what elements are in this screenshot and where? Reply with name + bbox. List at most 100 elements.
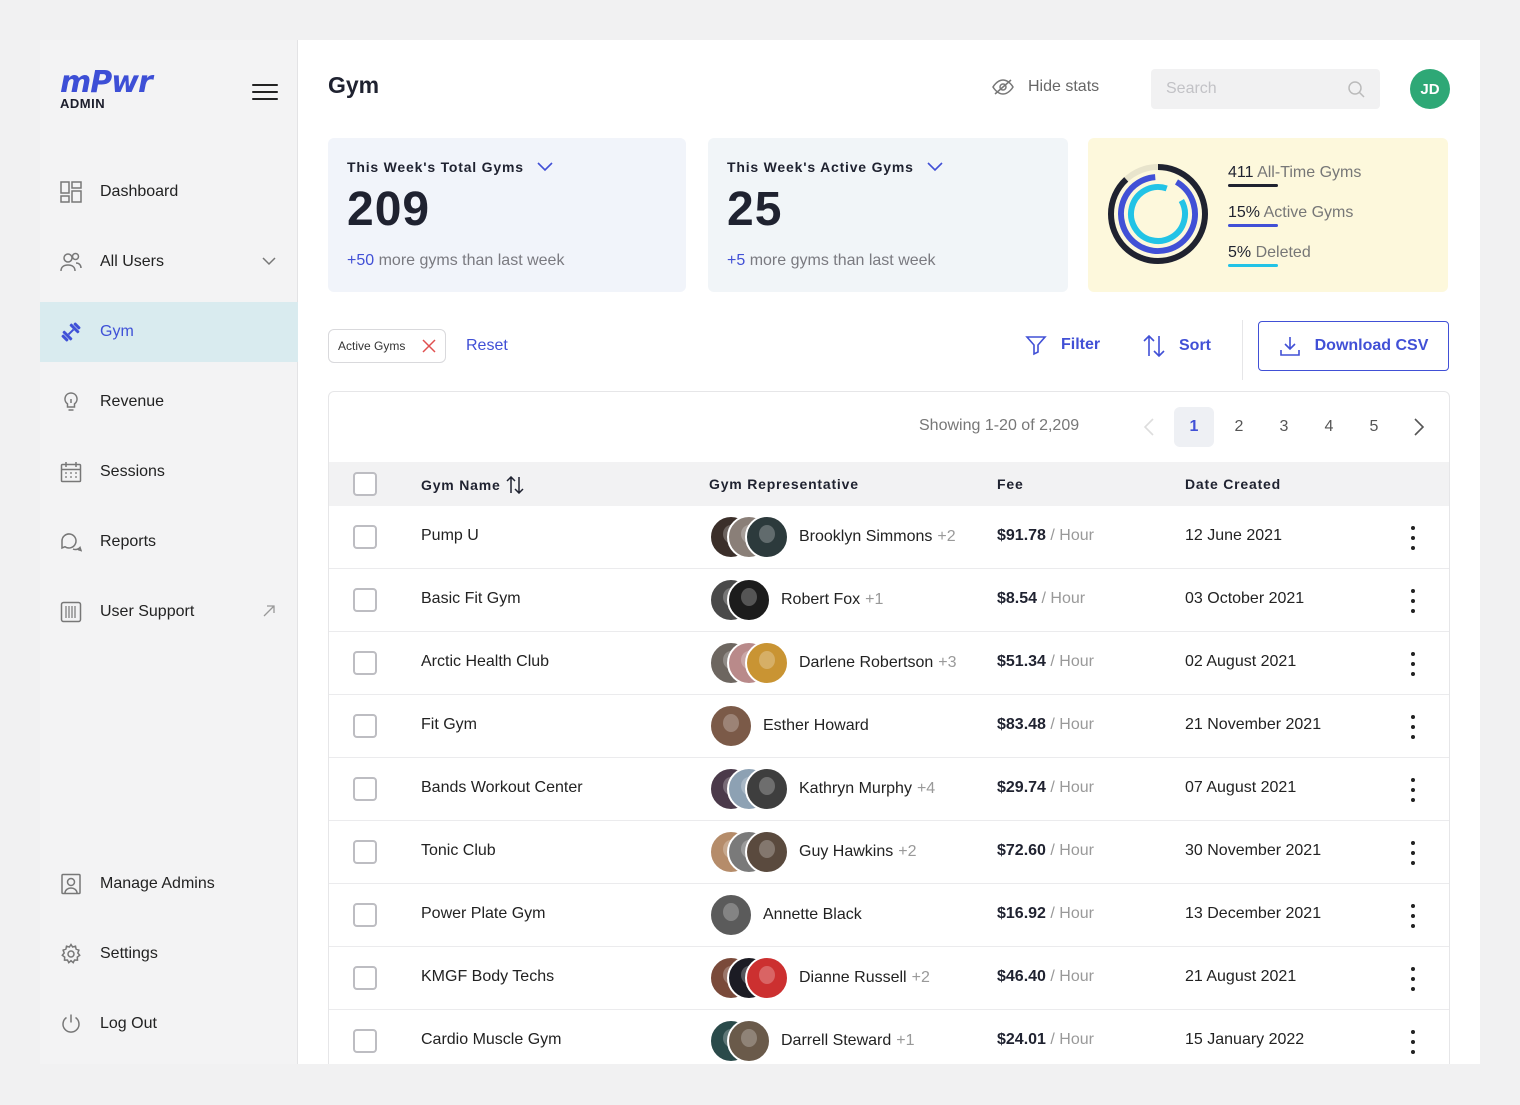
row-checkbox[interactable] xyxy=(353,588,377,612)
hide-stats-button[interactable]: Hide stats xyxy=(992,78,1099,96)
gym-representative[interactable]: Dianne Russell +2 xyxy=(709,956,930,1000)
page-5-button[interactable]: 5 xyxy=(1354,407,1394,447)
gym-representative[interactable]: Robert Fox +1 xyxy=(709,578,883,622)
row-checkbox[interactable] xyxy=(353,966,377,990)
active-gyms-filter-chip[interactable]: Active Gyms xyxy=(328,329,446,363)
sort-button[interactable]: Sort xyxy=(1143,334,1211,358)
page-4-button[interactable]: 4 xyxy=(1309,407,1349,447)
avatar xyxy=(709,704,753,748)
total-gyms-delta: +50 more gyms than last week xyxy=(347,252,565,269)
gym-name[interactable]: KMGF Body Techs xyxy=(421,968,554,986)
gym-name[interactable]: Basic Fit Gym xyxy=(421,590,521,608)
row-checkbox[interactable] xyxy=(353,651,377,675)
gym-name[interactable]: Fit Gym xyxy=(421,716,477,734)
dumbbell-icon xyxy=(60,321,82,343)
active-gyms-title[interactable]: This Week's Active Gyms xyxy=(727,159,944,175)
gym-representative[interactable]: Annette Black xyxy=(709,893,867,937)
sidebar-item-label: Sessions xyxy=(100,463,165,480)
more-options-icon[interactable] xyxy=(1401,839,1425,867)
gym-representative[interactable]: Esther Howard xyxy=(709,704,874,748)
more-count: +1 xyxy=(865,591,884,608)
page-3-button[interactable]: 3 xyxy=(1264,407,1304,447)
row-checkbox[interactable] xyxy=(353,714,377,738)
gym-name[interactable]: Cardio Muscle Gym xyxy=(421,1031,561,1049)
close-icon[interactable] xyxy=(421,338,437,354)
more-options-icon[interactable] xyxy=(1401,524,1425,552)
more-options-icon[interactable] xyxy=(1401,776,1425,804)
column-label: Gym Name xyxy=(421,477,501,493)
avatar xyxy=(727,1019,771,1063)
gym-representative[interactable]: Guy Hawkins +2 xyxy=(709,830,917,874)
table-row[interactable]: Fit Gym Esther Howard $83.48 / Hour 21 Nove… xyxy=(329,695,1449,758)
gym-breakdown-card: 411 All-Time Gyms 15% Active Gyms 5% Del… xyxy=(1088,138,1448,292)
column-gym-name[interactable]: Gym Name xyxy=(421,476,524,494)
sidebar-item-all-users[interactable]: All Users xyxy=(40,232,298,292)
avatar-group xyxy=(709,830,789,874)
table-row[interactable]: KMGF Body Techs Dianne Russell +2 $46.40 / … xyxy=(329,947,1449,1010)
more-count: +2 xyxy=(898,843,917,860)
table-row[interactable]: Cardio Muscle Gym Darrell Steward +1 $24.01… xyxy=(329,1010,1449,1064)
table-row[interactable]: Pump U Brooklyn Simmons +2 $91.78 / Hour 12 … xyxy=(329,506,1449,569)
gym-name[interactable]: Pump U xyxy=(421,527,479,545)
gym-representative[interactable]: Darrell Steward +1 xyxy=(709,1019,915,1063)
sidebar-item-manage-admins[interactable]: Manage Admins xyxy=(40,854,298,914)
column-fee: Fee xyxy=(997,476,1024,492)
results-count: Showing 1-20 of 2,209 xyxy=(919,417,1080,434)
row-checkbox[interactable] xyxy=(353,840,377,864)
menu-toggle-icon[interactable] xyxy=(252,82,278,102)
sidebar-item-user-support[interactable]: User Support xyxy=(40,582,298,642)
prev-page-button[interactable] xyxy=(1129,407,1169,447)
total-gyms-title[interactable]: This Week's Total Gyms xyxy=(347,159,554,175)
table-row[interactable]: Basic Fit Gym Robert Fox +1 $8.54 / Hour 03 … xyxy=(329,569,1449,632)
more-options-icon[interactable] xyxy=(1401,587,1425,615)
total-gyms-value: 209 xyxy=(347,183,431,236)
logo[interactable]: mPwr ADMIN xyxy=(60,68,153,112)
page-1-button[interactable]: 1 xyxy=(1174,407,1214,447)
gym-name[interactable]: Tonic Club xyxy=(421,842,496,860)
sidebar-item-settings[interactable]: Settings xyxy=(40,924,298,984)
gym-representative[interactable]: Darlene Robertson +3 xyxy=(709,641,957,685)
user-avatar[interactable]: JD xyxy=(1410,69,1450,109)
avatar xyxy=(727,578,771,622)
divider xyxy=(1242,320,1243,380)
row-checkbox[interactable] xyxy=(353,777,377,801)
gym-representative[interactable]: Kathryn Murphy +4 xyxy=(709,767,935,811)
reset-link[interactable]: Reset xyxy=(466,337,508,355)
next-page-button[interactable] xyxy=(1399,407,1439,447)
fee: $29.74 / Hour xyxy=(997,779,1094,796)
avatar-group xyxy=(709,767,789,811)
table-row[interactable]: Arctic Health Club Darlene Robertson +3 $51… xyxy=(329,632,1449,695)
gym-representative[interactable]: Brooklyn Simmons +2 xyxy=(709,515,956,559)
more-options-icon[interactable] xyxy=(1401,1028,1425,1056)
representative-name: Esther Howard xyxy=(763,717,869,734)
row-checkbox[interactable] xyxy=(353,903,377,927)
sidebar-item-log-out[interactable]: Log Out xyxy=(40,994,298,1054)
representative-name: Brooklyn Simmons xyxy=(799,528,933,545)
representative-name: Robert Fox xyxy=(781,591,861,608)
external-link-icon xyxy=(263,605,275,617)
sidebar-item-gym[interactable]: Gym xyxy=(40,302,298,362)
sidebar-item-revenue[interactable]: Revenue xyxy=(40,372,298,432)
row-checkbox[interactable] xyxy=(353,1029,377,1053)
dashboard-icon xyxy=(60,181,82,203)
more-options-icon[interactable] xyxy=(1401,902,1425,930)
representative-name: Kathryn Murphy xyxy=(799,780,912,797)
gym-name[interactable]: Bands Workout Center xyxy=(421,779,583,797)
search-input[interactable] xyxy=(1151,69,1380,109)
sidebar-item-sessions[interactable]: Sessions xyxy=(40,442,298,502)
page-2-button[interactable]: 2 xyxy=(1219,407,1259,447)
more-options-icon[interactable] xyxy=(1401,713,1425,741)
select-all-checkbox[interactable] xyxy=(353,472,377,496)
more-options-icon[interactable] xyxy=(1401,965,1425,993)
filter-button[interactable]: Filter xyxy=(1025,334,1100,356)
more-options-icon[interactable] xyxy=(1401,650,1425,678)
sidebar-item-reports[interactable]: Reports xyxy=(40,512,298,572)
gym-name[interactable]: Power Plate Gym xyxy=(421,905,545,923)
download-csv-button[interactable]: Download CSV xyxy=(1258,321,1449,371)
table-row[interactable]: Tonic Club Guy Hawkins +2 $72.60 / Hour 30 N… xyxy=(329,821,1449,884)
row-checkbox[interactable] xyxy=(353,525,377,549)
gym-name[interactable]: Arctic Health Club xyxy=(421,653,549,671)
table-row[interactable]: Power Plate Gym Annette Black $16.92 / Hou… xyxy=(329,884,1449,947)
table-row[interactable]: Bands Workout Center Kathryn Murphy +4 $29.… xyxy=(329,758,1449,821)
sidebar-item-dashboard[interactable]: Dashboard xyxy=(40,162,298,222)
